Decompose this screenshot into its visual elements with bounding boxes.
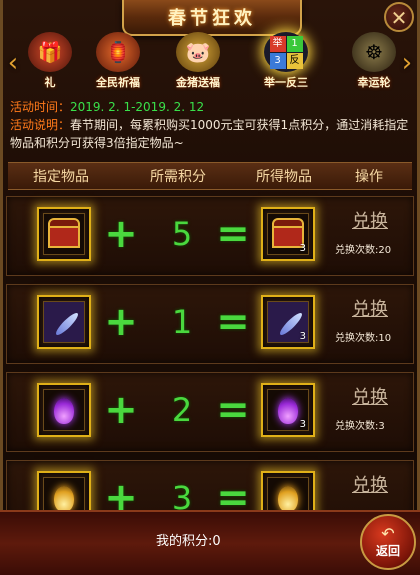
scroll-right-arrow-icon[interactable]: › (398, 48, 416, 78)
reward-item-slot[interactable]: 3 (261, 383, 315, 437)
header-required-points: 所需积分 (150, 169, 206, 185)
table-row: + 2 = 3 兑换 兑换次数:3 (6, 372, 414, 452)
reward-quantity: 3 (299, 419, 306, 430)
gift-icon: 🎁 (28, 32, 72, 72)
header-reward-item: 所得物品 (256, 169, 312, 185)
feather-icon (43, 301, 85, 343)
reward-item-slot[interactable]: 3 (261, 207, 315, 261)
required-points: 5 (171, 215, 193, 253)
treasure-chest-icon: 3 (267, 213, 309, 255)
header-required-item: 指定物品 (33, 169, 89, 185)
golden-pig-icon: 🐷 (176, 32, 220, 72)
plus-sign: + (104, 387, 138, 433)
exchange-count: 兑换次数:10 (335, 333, 392, 344)
page-title: 春节狂欢 (168, 8, 256, 29)
exchange-count: 兑换次数:3 (335, 421, 385, 432)
blessing-lantern-icon: 🏮 (96, 32, 140, 72)
tab-gift[interactable]: 🎁 礼 (14, 32, 86, 96)
tab-label: 礼 (44, 76, 56, 89)
required-item-slot[interactable] (37, 383, 91, 437)
exchange-count: 兑换次数:20 (335, 245, 392, 256)
tab-bar: ‹ 🎁 礼 🏮 全民祈福 🐷 金猪送福 举 1 3 反 举一反三 ☸ 幸运轮 › (0, 30, 420, 96)
table-row: + 1 = 3 兑换 兑换次数:10 (6, 284, 414, 364)
event-description: 活动说明：春节期间，每累积购买1000元宝可获得1点积分，通过消耗指定物品和积分… (10, 118, 409, 150)
event-info: 活动时间：2019. 2. 1-2019. 2. 12 活动说明：春节期间，每累… (10, 98, 410, 152)
equals-sign: = (216, 387, 250, 433)
required-points: 1 (171, 303, 193, 341)
back-button[interactable]: ↶ 返回 (360, 514, 416, 570)
exchange-button[interactable]: 兑换 (347, 471, 393, 497)
back-arrow-icon: ↶ (381, 523, 395, 543)
feather-icon: 3 (267, 301, 309, 343)
lucky-wheel-icon: ☸ (352, 32, 396, 72)
header-action: 操作 (355, 169, 383, 185)
tab-label: 举一反三 (264, 76, 308, 89)
equals-sign: = (216, 299, 250, 345)
exchange-button[interactable]: 兑换 (347, 383, 393, 409)
close-button[interactable]: ✕ (384, 2, 414, 32)
required-item-slot[interactable] (37, 295, 91, 349)
tab-golden-pig[interactable]: 🐷 金猪送福 (162, 32, 234, 96)
my-points: 我的积分:0 (156, 534, 221, 549)
purple-flame-icon (43, 389, 85, 431)
footer-bar: 我的积分:0 ↶ 返回 (0, 510, 420, 575)
back-label: 返回 (375, 543, 400, 558)
tab-blessing[interactable]: 🏮 全民祈福 (82, 32, 154, 96)
plus-sign: + (104, 299, 138, 345)
reward-item-slot[interactable]: 3 (261, 295, 315, 349)
tab-label: 全民祈福 (96, 76, 140, 89)
reward-quantity: 3 (299, 243, 306, 254)
treasure-chest-icon (43, 213, 85, 255)
exchange-button[interactable]: 兑换 (347, 295, 393, 321)
tab-label: 金猪送福 (176, 76, 220, 89)
plus-sign: + (104, 211, 138, 257)
required-points: 2 (171, 391, 193, 429)
reward-quantity: 3 (299, 331, 306, 342)
exchange-button[interactable]: 兑换 (347, 207, 393, 233)
table-row: + 5 = 3 兑换 兑换次数:20 (6, 196, 414, 276)
purple-flame-icon: 3 (267, 389, 309, 431)
event-time: 活动时间：2019. 2. 1-2019. 2. 12 (10, 100, 205, 114)
four-grid-icon: 举 1 3 反 (264, 32, 308, 72)
equals-sign: = (216, 211, 250, 257)
tab-four-grid[interactable]: 举 1 3 反 举一反三 (250, 32, 322, 96)
required-item-slot[interactable] (37, 207, 91, 261)
table-header: 指定物品 所需积分 所得物品 操作 (8, 162, 412, 190)
